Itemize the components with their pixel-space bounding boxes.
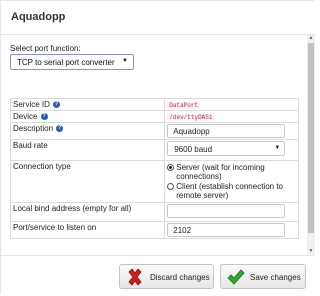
port-function-value: TCP to serial port converter xyxy=(17,58,115,67)
dialog-footer: Discard changes Save changes xyxy=(1,255,315,296)
connection-type-label: Connection type xyxy=(13,162,71,171)
table-row: Connection type Server (wait for incomin… xyxy=(9,160,299,203)
scroll-down-arrow-icon[interactable]: ▼ xyxy=(307,248,315,255)
port-function-select[interactable]: TCP to serial port converter ▼ xyxy=(10,54,134,70)
discard-changes-button[interactable]: Discard changes xyxy=(119,264,214,289)
table-row: Local bind address (empty for all) xyxy=(9,202,299,222)
baud-rate-value: 9600 baud xyxy=(174,145,213,154)
vertical-scrollbar[interactable]: ▲ ▼ xyxy=(307,35,315,255)
bind-address-label: Local bind address (empty for all) xyxy=(13,204,132,213)
chevron-down-icon: ▼ xyxy=(274,145,281,151)
scroll-up-arrow-icon[interactable]: ▲ xyxy=(307,35,315,42)
port-function-label: Select port function: xyxy=(10,44,81,53)
client-radio[interactable] xyxy=(167,183,175,190)
service-id-label: Service ID xyxy=(13,100,50,109)
info-icon[interactable]: ? xyxy=(40,113,48,121)
baud-rate-label: Baud rate xyxy=(13,141,48,150)
client-radio-option[interactable]: Client (establish connection to remote s… xyxy=(167,182,296,200)
chevron-down-icon: ▼ xyxy=(122,58,128,64)
table-row: Baud rate 9600 baud ▼ xyxy=(9,139,299,161)
server-radio-label: Server (wait for incoming connections) xyxy=(176,163,265,181)
port-service-input[interactable]: 2102 xyxy=(167,223,286,237)
dialog-header: Aquadopp xyxy=(1,1,315,35)
table-row: Port/service to listen on 2102 xyxy=(9,221,299,239)
table-row: Description ? Aquadopp xyxy=(9,122,299,140)
device-value: /dev/ttyDAS1 xyxy=(167,114,215,121)
info-icon[interactable]: ? xyxy=(56,125,64,133)
server-radio[interactable] xyxy=(167,164,175,171)
service-id-value: DataPort xyxy=(167,102,201,109)
description-input[interactable]: Aquadopp xyxy=(167,124,286,138)
green-check-icon xyxy=(227,269,245,285)
server-radio-option[interactable]: Server (wait for incoming connections) xyxy=(167,163,296,181)
save-changes-label: Save changes xyxy=(250,273,301,282)
bind-address-input[interactable] xyxy=(167,204,286,218)
settings-table: Service ID ? DataPort Device ? /dev/ttyD… xyxy=(9,98,299,239)
dialog-body: Select port function: TCP to serial port… xyxy=(1,35,307,255)
description-label: Description xyxy=(13,124,54,133)
info-icon[interactable]: ? xyxy=(53,101,61,109)
device-label: Device xyxy=(13,112,38,121)
port-service-label: Port/service to listen on xyxy=(13,223,97,232)
table-row: Device ? /dev/ttyDAS1 xyxy=(9,110,299,123)
baud-rate-select[interactable]: 9600 baud ▼ xyxy=(167,141,286,156)
settings-dialog: Aquadopp Select port function: TCP to se… xyxy=(0,0,315,296)
save-changes-button[interactable]: Save changes xyxy=(220,264,306,289)
table-row: Service ID ? DataPort xyxy=(9,98,299,111)
client-radio-label: Client (establish connection to remote s… xyxy=(176,182,283,200)
discard-changes-label: Discard changes xyxy=(150,273,210,282)
red-x-icon xyxy=(128,268,142,286)
dialog-title: Aquadopp xyxy=(11,11,66,23)
scroll-thumb[interactable] xyxy=(308,43,314,233)
